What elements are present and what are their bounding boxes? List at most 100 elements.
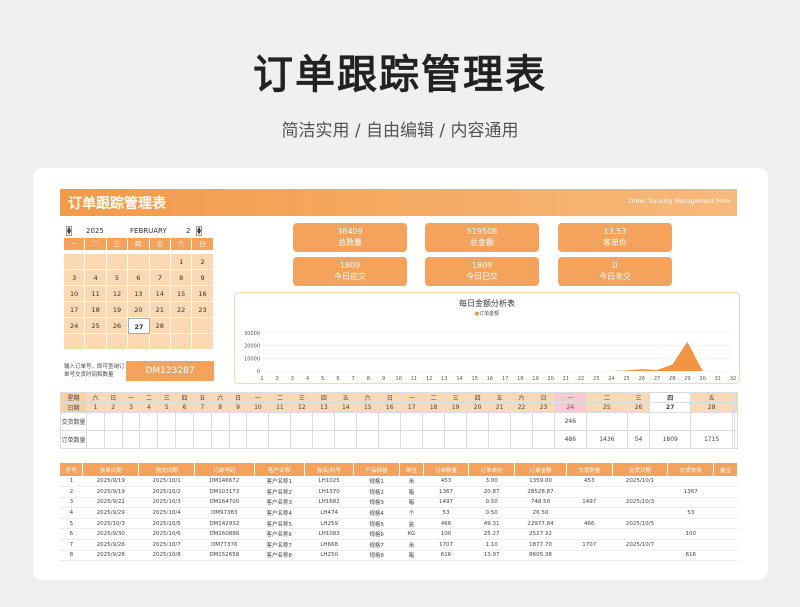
tracking-cell[interactable]: 三 [627, 392, 651, 403]
calendar-day[interactable] [106, 334, 129, 350]
tracking-cell[interactable] [466, 412, 490, 431]
tracking-cell[interactable] [510, 430, 534, 449]
orders-cell[interactable]: 1497 [566, 497, 613, 509]
orders-cell[interactable]: DM142932 [194, 518, 255, 530]
orders-cell[interactable]: 3 [60, 497, 83, 509]
orders-cell[interactable]: 箱 [399, 486, 424, 498]
calendar-day[interactable]: 4 [85, 270, 107, 286]
calendar-day[interactable]: 9 [192, 270, 214, 286]
tracking-cell[interactable]: 二 [139, 392, 159, 403]
orders-cell[interactable]: LH250 [304, 550, 354, 562]
orders-cell[interactable]: 客户名称5 [254, 518, 305, 530]
orders-cell[interactable]: 规格7 [353, 539, 400, 551]
tracking-cell[interactable]: 26 [627, 402, 651, 413]
orders-cell[interactable]: 2025/9/30 [82, 528, 139, 541]
calendar-day[interactable]: 11 [85, 286, 107, 302]
orders-cell[interactable]: 100 [423, 528, 469, 541]
orders-cell[interactable]: KG [399, 528, 424, 541]
orders-cell[interactable]: LH1083 [304, 528, 354, 541]
tracking-cell[interactable]: 24 [554, 402, 587, 413]
orders-column-header[interactable]: 交货未接 [667, 463, 715, 476]
orders-cell[interactable]: 2025/10/1 [612, 476, 668, 488]
tracking-cell[interactable] [356, 430, 380, 449]
orders-cell[interactable]: 22977.84 [514, 518, 567, 530]
orders-cell[interactable]: 3.00 [468, 476, 515, 488]
tracking-cell[interactable]: 21 [488, 402, 512, 413]
orders-cell[interactable]: 规格6 [353, 528, 400, 541]
orders-cell[interactable]: LH1370 [304, 486, 354, 498]
tracking-cell[interactable] [400, 430, 424, 449]
tracking-cell[interactable] [103, 412, 123, 431]
orders-cell[interactable]: 2025/10/6 [138, 528, 195, 541]
tracking-cell[interactable] [192, 430, 212, 449]
tracking-cell[interactable]: 六 [210, 392, 230, 403]
tracking-cell[interactable] [444, 412, 468, 431]
orders-cell[interactable]: 7 [60, 539, 83, 551]
orders-cell[interactable]: 8605.38 [514, 550, 567, 562]
tracking-cell[interactable]: 四 [466, 392, 490, 403]
tracking-cell[interactable]: 四 [312, 392, 336, 403]
tracking-cell[interactable]: 三 [444, 392, 468, 403]
tracking-cell[interactable]: 15 [356, 402, 380, 413]
orders-cell[interactable] [566, 550, 613, 562]
tracking-cell[interactable] [228, 430, 248, 449]
tracking-cell[interactable]: 五 [690, 392, 733, 403]
orders-column-header[interactable]: 客户名称 [254, 463, 306, 476]
calendar-day[interactable]: 20 [128, 302, 150, 318]
tracking-cell[interactable]: 11 [268, 402, 292, 413]
calendar-day[interactable] [85, 254, 107, 270]
orders-cell[interactable]: 20.87 [468, 486, 515, 498]
tracking-cell[interactable]: 三 [290, 392, 314, 403]
orders-cell[interactable] [713, 550, 738, 562]
tracking-cell[interactable] [734, 412, 738, 431]
calendar-day[interactable] [170, 334, 193, 350]
calendar-day[interactable]: 27 [128, 318, 150, 334]
tracking-cell[interactable]: 三 [157, 392, 177, 403]
orders-cell[interactable]: 2527.32 [514, 528, 567, 541]
orders-cell[interactable]: 2025/9/19 [82, 486, 139, 498]
orders-cell[interactable]: 2025/10/4 [138, 507, 195, 519]
year-spinner[interactable]: ▲ ▼ [66, 226, 72, 236]
calendar-day[interactable] [170, 318, 193, 334]
tracking-cell[interactable] [210, 412, 230, 431]
orders-cell[interactable]: 2025/9/29 [82, 507, 139, 519]
tracking-cell[interactable]: 28 [690, 402, 733, 413]
calendar-day[interactable]: 17 [64, 302, 86, 318]
tracking-cell[interactable] [488, 412, 512, 431]
tracking-cell[interactable]: 一 [246, 392, 270, 403]
orders-cell[interactable]: 1707 [423, 539, 469, 551]
tracking-cell[interactable] [210, 430, 230, 449]
orders-cell[interactable]: 466 [566, 518, 613, 530]
orders-cell[interactable]: 453 [566, 476, 613, 488]
orders-cell[interactable]: 53 [423, 507, 469, 519]
orders-cell[interactable]: DM146672 [194, 476, 255, 488]
orders-cell[interactable]: DM103173 [194, 486, 255, 498]
tracking-cell[interactable] [334, 412, 358, 431]
orders-cell[interactable]: 规格8 [353, 550, 400, 562]
calendar-day[interactable]: 21 [149, 302, 171, 318]
calendar-day[interactable]: 19 [106, 302, 129, 318]
tracking-cell[interactable]: 1 [86, 402, 105, 413]
orders-cell[interactable] [713, 476, 738, 488]
orders-cell[interactable]: 2025/10/7 [612, 539, 668, 551]
orders-cell[interactable] [667, 476, 714, 488]
tracking-cell[interactable]: 9 [228, 402, 248, 413]
orders-cell[interactable]: 2025/10/3 [612, 497, 668, 509]
orders-cell[interactable]: 4 [60, 507, 83, 519]
tracking-cell[interactable] [422, 430, 446, 449]
orders-cell[interactable]: 1497 [423, 497, 469, 509]
tracking-cell[interactable]: 四 [649, 392, 692, 403]
tracking-cell[interactable] [734, 402, 738, 413]
orders-column-header[interactable]: 订单金额 [514, 463, 567, 476]
orders-cell[interactable] [612, 486, 668, 498]
calendar-day[interactable]: 28 [149, 318, 171, 334]
calendar-day[interactable]: 25 [85, 318, 107, 334]
tracking-cell[interactable]: 二 [268, 392, 292, 403]
orders-cell[interactable]: DM77376 [194, 539, 255, 551]
orders-cell[interactable]: 规格4 [353, 507, 400, 519]
orders-cell[interactable] [713, 486, 738, 498]
orders-cell[interactable]: 2025/10/3 [82, 518, 139, 530]
orders-cell[interactable]: 客户名称3 [254, 497, 305, 509]
calendar-day[interactable]: 5 [106, 270, 129, 286]
orders-cell[interactable]: 客户名称2 [254, 486, 305, 498]
